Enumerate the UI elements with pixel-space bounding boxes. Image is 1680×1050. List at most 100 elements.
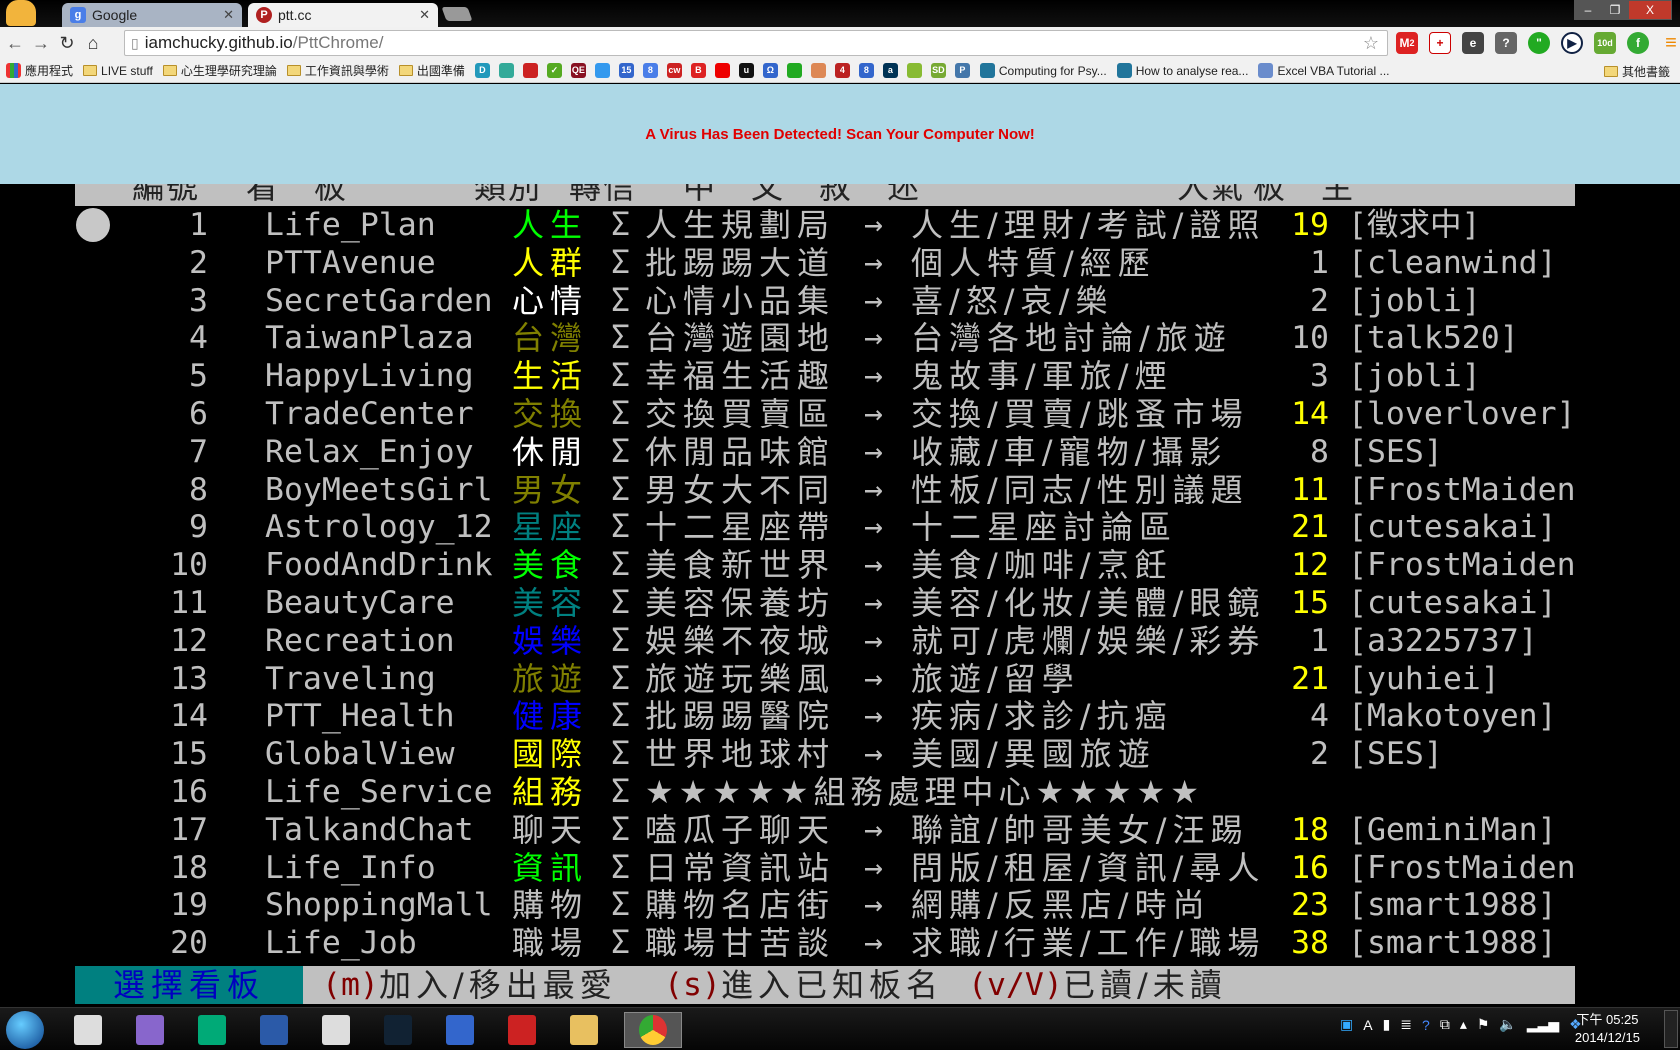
board-row[interactable]: 12 Recreation 娛樂 Σ 娛樂不夜城 → 就可/虎爛/娛樂/彩券 1 [a32257… bbox=[75, 622, 1575, 660]
show-hidden-icons[interactable]: ▴ bbox=[1460, 1016, 1467, 1033]
bookmark-icon[interactable] bbox=[786, 63, 802, 78]
runner-taskbar-icon[interactable] bbox=[314, 1012, 358, 1048]
timer-icon[interactable]: 10d bbox=[1594, 32, 1616, 54]
bookmark-folder[interactable]: 工作資訊與學術 bbox=[286, 62, 389, 79]
start-button[interactable] bbox=[6, 1011, 44, 1049]
mathtype-taskbar-icon[interactable] bbox=[190, 1012, 234, 1048]
bookmark-icon[interactable]: 8 bbox=[642, 63, 658, 78]
apps-taskbar-icon[interactable] bbox=[66, 1012, 110, 1048]
bookmark-icon[interactable]: 15 bbox=[618, 63, 634, 78]
restore-button[interactable]: ❐ bbox=[1602, 0, 1628, 20]
pdf-taskbar-icon[interactable] bbox=[438, 1012, 482, 1048]
hangouts-icon[interactable]: " bbox=[1528, 32, 1550, 54]
bookmark-icon[interactable] bbox=[594, 63, 610, 78]
flag-icon[interactable]: ⚑ bbox=[1477, 1016, 1490, 1033]
ptt-terminal[interactable]: 編號看 板類別 轉信中 文 敘 述人氣板 主 1 Life_Plan 人生 Σ 人生規劃局… bbox=[0, 168, 1680, 1007]
signal-icon[interactable]: ▂▃▅ bbox=[1527, 1016, 1559, 1033]
board-row[interactable]: 1 Life_Plan 人生 Σ 人生規劃局 → 人生/理財/考試/證照 19 [徵求中] bbox=[75, 206, 1575, 244]
board-row[interactable]: 13 Traveling 旅遊 Σ 旅遊玩樂風 → 旅遊/留學 21 [yuhiei] bbox=[75, 660, 1575, 698]
bookmark-icon[interactable]: cw bbox=[666, 63, 682, 78]
tab-google[interactable]: g Google ✕ bbox=[62, 3, 242, 27]
bookmark-star-icon[interactable]: ☆ bbox=[1363, 33, 1379, 54]
input-method-icon[interactable]: ▣ bbox=[1340, 1016, 1353, 1033]
clock[interactable]: 下午 05:25 2014/12/15 bbox=[1575, 1011, 1640, 1047]
play-icon[interactable]: ▶ bbox=[1561, 32, 1583, 54]
bookmark-icon[interactable]: B bbox=[690, 63, 706, 78]
bookmark-link[interactable]: How to analyse rea... bbox=[1116, 63, 1248, 78]
board-row[interactable]: 20 Life_Job 職場 Σ 職場甘苦談 → 求職/行業/工作/職場 38 [smart19… bbox=[75, 924, 1575, 962]
explorer-taskbar-icon[interactable] bbox=[562, 1012, 606, 1048]
board-row[interactable]: 6 TradeCenter 交換 Σ 交換買賣區 → 交換/買賣/跳蚤市場 14 [loverl… bbox=[75, 395, 1576, 433]
board-row[interactable]: 15 GlobalView 國際 Σ 世界地球村 → 美國/異國旅遊 2 [SES] bbox=[75, 735, 1575, 773]
back-button[interactable]: ← bbox=[4, 33, 26, 54]
board-row[interactable]: 19 ShoppingMall 購物 Σ 購物名店街 → 網購/反黑店/時尚 23 [smart… bbox=[75, 886, 1575, 924]
close-tab-icon[interactable]: ✕ bbox=[419, 7, 430, 23]
board-row[interactable]: 11 BeautyCare 美容 Σ 美容保養坊 → 美容/化妝/美體/眼鏡 15 [cutes… bbox=[75, 584, 1575, 622]
help-icon[interactable]: ? bbox=[1422, 1017, 1430, 1033]
display-icon[interactable]: ▮ bbox=[1383, 1016, 1391, 1033]
board-row[interactable]: 2 PTTAvenue 人群 Σ 批踢踢大道 → 個人特質/經歷 1 [cleanwind] bbox=[75, 244, 1575, 282]
visual-studio-taskbar-icon[interactable] bbox=[128, 1012, 172, 1048]
bookmark-icon[interactable] bbox=[498, 63, 514, 78]
menu-icon[interactable]: ≡ bbox=[1660, 32, 1680, 54]
kindle-taskbar-icon[interactable] bbox=[376, 1012, 420, 1048]
chrome-taskbar-icon[interactable] bbox=[624, 1012, 682, 1048]
board-row[interactable]: 18 Life_Info 資訊 Σ 日常資訊站 → 問版/租屋/資訊/尋人 16 [FrostM… bbox=[75, 849, 1576, 887]
bookmark-folder[interactable]: LIVE stuff bbox=[83, 64, 153, 78]
gmail-icon[interactable]: M2 bbox=[1396, 32, 1418, 54]
board-row[interactable]: 4 TaiwanPlaza 台灣 Σ 台灣遊園地 → 台灣各地討論/旅遊 10 [talk520… bbox=[75, 319, 1575, 357]
notes-icon[interactable]: ≣ bbox=[1400, 1016, 1412, 1033]
evernote-taskbar-icon[interactable] bbox=[500, 1012, 544, 1048]
bookmark-apps[interactable]: 應用程式 bbox=[6, 62, 73, 79]
bookmark-folder[interactable]: 出國準備 bbox=[398, 62, 465, 79]
feedly-icon[interactable]: f bbox=[1627, 32, 1649, 54]
volume-icon[interactable]: 🔈 bbox=[1499, 1016, 1516, 1033]
bookmark-icon[interactable]: QE bbox=[570, 63, 586, 78]
bookmark-folder[interactable]: 心生理學研究理論 bbox=[162, 62, 277, 79]
bookmark-link[interactable]: Excel VBA Tutorial ... bbox=[1258, 63, 1390, 78]
close-window-button[interactable]: X bbox=[1628, 0, 1672, 20]
profile-avatar-icon[interactable] bbox=[6, 0, 36, 26]
other-bookmarks[interactable]: 其他書籤 bbox=[1603, 63, 1670, 80]
board-row[interactable]: 14 PTT_Health 健康 Σ 批踢踢醫院 → 疾病/求診/抗癌 4 [Makotoyen… bbox=[75, 697, 1575, 735]
lamp-icon[interactable]: ? bbox=[1495, 32, 1517, 54]
new-tab-button[interactable] bbox=[441, 7, 473, 21]
bookmark-icon[interactable]: D bbox=[474, 63, 490, 78]
bookmark-icon[interactable]: a bbox=[882, 63, 898, 78]
board-row[interactable]: 16 Life_Service 組務 Σ ★★★★★組務處理中心★★★★★ bbox=[75, 773, 1575, 811]
bookmark-icon[interactable]: 8 bbox=[858, 63, 874, 78]
bookmark-icon[interactable]: P bbox=[954, 63, 970, 78]
bookmark-link[interactable]: Computing for Psy... bbox=[979, 63, 1107, 78]
minimize-button[interactable]: – bbox=[1574, 0, 1602, 20]
board-row[interactable]: 17 TalkandChat 聊天 Σ 嗑瓜子聊天 → 聯誼/帥哥美女/汪踢 18 [Gemin… bbox=[75, 811, 1575, 849]
window-icon[interactable]: ⧉ bbox=[1440, 1016, 1450, 1033]
bookmark-icon[interactable] bbox=[522, 63, 538, 78]
close-tab-icon[interactable]: ✕ bbox=[223, 7, 234, 23]
show-desktop-button[interactable] bbox=[1664, 1010, 1678, 1048]
board-row[interactable]: 8 BoyMeetsGirl 男女 Σ 男女大不同 → 性板/同志/性別議題 11 [Frost… bbox=[75, 471, 1576, 509]
ad-text[interactable]: A Virus Has Been Detected! Scan Your Com… bbox=[645, 126, 1035, 143]
bookmark-icon[interactable] bbox=[906, 63, 922, 78]
bookmark-icon[interactable]: ✓ bbox=[546, 63, 562, 78]
bookmark-icon[interactable]: 4 bbox=[834, 63, 850, 78]
board-row[interactable]: 5 HappyLiving 生活 Σ 幸福生活趣 → 鬼故事/軍旅/煙 3 [jobli] bbox=[75, 357, 1575, 395]
address-bar[interactable]: ▯ iamchucky.github.io/PttChrome/ ☆ bbox=[124, 30, 1388, 56]
word-taskbar-icon[interactable] bbox=[252, 1012, 296, 1048]
reload-button[interactable]: ↻ bbox=[56, 33, 78, 54]
tab-ptt[interactable]: P ptt.cc ✕ bbox=[248, 3, 438, 27]
board-row[interactable]: 3 SecretGarden 心情 Σ 心情小品集 → 喜/怒/哀/樂 2 [jobli] bbox=[75, 282, 1575, 320]
bookmark-icon[interactable]: u bbox=[738, 63, 754, 78]
bookmark-icon[interactable] bbox=[714, 63, 730, 78]
board-row[interactable]: 9 Astrology_12 星座 Σ 十二星座帶 → 十二星座討論區 21 [cutesaka… bbox=[75, 508, 1575, 546]
clock-plus-icon[interactable]: + bbox=[1429, 32, 1451, 54]
home-button[interactable]: ⌂ bbox=[82, 33, 104, 54]
board-row[interactable]: 10 FoodAndDrink 美食 Σ 美食新世界 → 美食/咖啡/烹飪 12 [FrostM… bbox=[75, 546, 1576, 584]
evernote-icon[interactable]: e bbox=[1462, 32, 1484, 54]
forward-button[interactable]: → bbox=[30, 33, 52, 54]
board-row[interactable]: 7 Relax_Enjoy 休閒 Σ 休閒品味館 → 收藏/車/寵物/攝影 8 [SES] bbox=[75, 433, 1575, 471]
ad-banner[interactable]: A Virus Has Been Detected! Scan Your Com… bbox=[0, 84, 1680, 184]
font-icon[interactable]: A bbox=[1363, 1017, 1372, 1033]
bookmark-icon[interactable] bbox=[810, 63, 826, 78]
bookmark-icon[interactable]: Ω bbox=[762, 63, 778, 78]
bookmark-icon[interactable]: SD bbox=[930, 63, 946, 78]
